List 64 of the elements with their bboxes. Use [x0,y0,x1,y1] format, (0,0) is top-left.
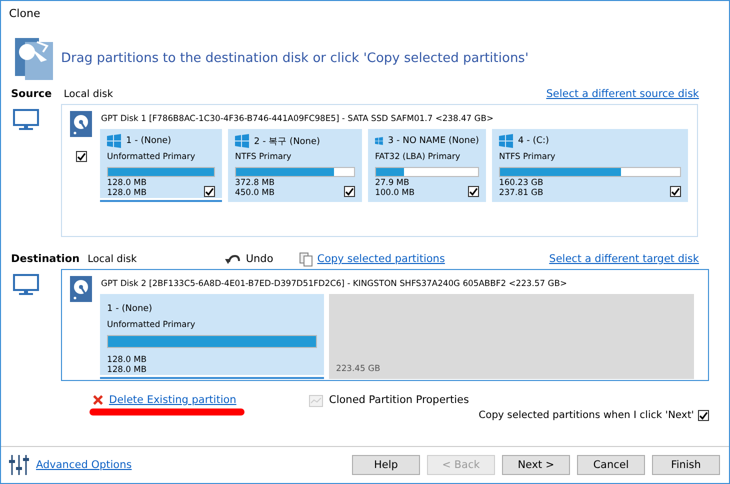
disk-checkbox[interactable] [76,151,86,162]
partition-type: Unformatted Primary [107,319,196,329]
partition-checkbox[interactable] [344,186,355,197]
used-size: 160.23 GB [499,177,544,187]
destination-label: Destination [11,253,80,265]
windows-logo-icon [499,134,513,148]
cloned-partition-properties-link[interactable]: Cloned Partition Properties [329,394,469,406]
used-size: 128.0 MB [107,354,147,364]
copy-on-next-label: Copy selected partitions when I click 'Next' [478,410,694,421]
partition-type: NTFS Primary [499,151,556,161]
partition-card[interactable]: 4 - (C:) NTFS Primary 160.23 GB 237.81 GB [492,129,688,202]
dialog-button[interactable]: Help [352,455,420,475]
total-size: 128.0 MB [107,364,147,374]
used-size: 128.0 MB [107,177,147,187]
used-size: 27.9 MB [375,177,410,187]
advanced-options-link[interactable]: Advanced Options [36,459,132,471]
partition-card[interactable]: 2 - 복구 (None) NTFS Primary 372.8 MB 450.0 MB [228,129,362,202]
dialog-button[interactable]: Cancel [577,455,645,475]
partition-name: 1 - (None) [107,304,152,314]
partition-checkbox[interactable] [204,186,215,197]
disk-header: GPT Disk 2 [2BF133C5-6A8D-4E01-B7ED-D397D51FD2C6] - KINGSTON SHFS37A240G 605ABBF2 <223.57 GB> [101,278,568,288]
partition-card[interactable]: 3 - NO NAME (None) FAT32 (LBA) Primary 27.9 MB 100.0 MB [368,129,486,202]
total-size: 100.0 MB [375,187,415,197]
select-source-link[interactable]: Select a different source disk [546,88,699,100]
windows-logo-icon [107,134,121,148]
partition-card[interactable]: 1 - (None) Unformatted Primary 128.0 MB 128.0 MB [100,129,222,202]
unallocated-size: 223.45 GB [336,363,380,373]
partition-name: 4 - (C:) [518,136,550,146]
copy-on-next-checkbox[interactable] [698,410,709,421]
total-size: 128.0 MB [107,187,147,197]
copy-selected-link[interactable]: Copy selected partitions [317,253,445,265]
total-size: 450.0 MB [235,187,275,197]
monitor-icon [13,274,39,298]
partition-type: NTFS Primary [235,151,292,161]
properties-icon [309,395,323,407]
delete-icon [93,395,103,405]
monitor-icon [13,109,39,133]
partition-name: 2 - 복구 (None) [254,136,320,148]
partition-checkbox[interactable] [468,186,479,197]
window-title: Clone [8,6,42,20]
disk-type-label: Local disk [64,88,114,100]
partition-checkbox[interactable] [670,186,681,197]
partition-name: 1 - (None) [126,136,172,146]
partition-type: Unformatted Primary [107,151,196,161]
select-target-link[interactable]: Select a different target disk [549,253,699,265]
partition-name: 3 - NO NAME (None) [388,136,479,146]
copy-icon [299,252,314,266]
sliders-icon [9,455,29,475]
instruction-text: Drag partitions to the destination disk or click 'Copy selected partitions' [61,50,529,66]
windows-logo-icon [375,134,383,148]
partition-type: FAT32 (LBA) Primary [375,151,462,161]
undo-icon [224,253,241,265]
disk-header: GPT Disk 1 [F786B8AC-1C30-4F36-B746-441A09FC98E5] - SATA SSD SAFM01.7 <238.47 GB> [101,113,495,123]
dialog-button[interactable]: Finish [652,455,720,475]
unallocated-space[interactable]: 223.45 GB [329,294,694,379]
used-size: 372.8 MB [235,177,275,187]
delete-partition-link[interactable]: Delete Existing partition [109,394,236,406]
partition-card[interactable]: 1 - (None) Unformatted Primary 128.0 MB 128.0 MB [100,294,324,379]
disk-type-label: Local disk [88,254,137,264]
undo-button[interactable]: Undo [224,253,274,265]
dialog-button[interactable]: Next > [502,455,570,475]
source-label: Source [11,88,52,100]
total-size: 237.81 GB [499,187,544,197]
windows-logo-icon [235,134,249,148]
